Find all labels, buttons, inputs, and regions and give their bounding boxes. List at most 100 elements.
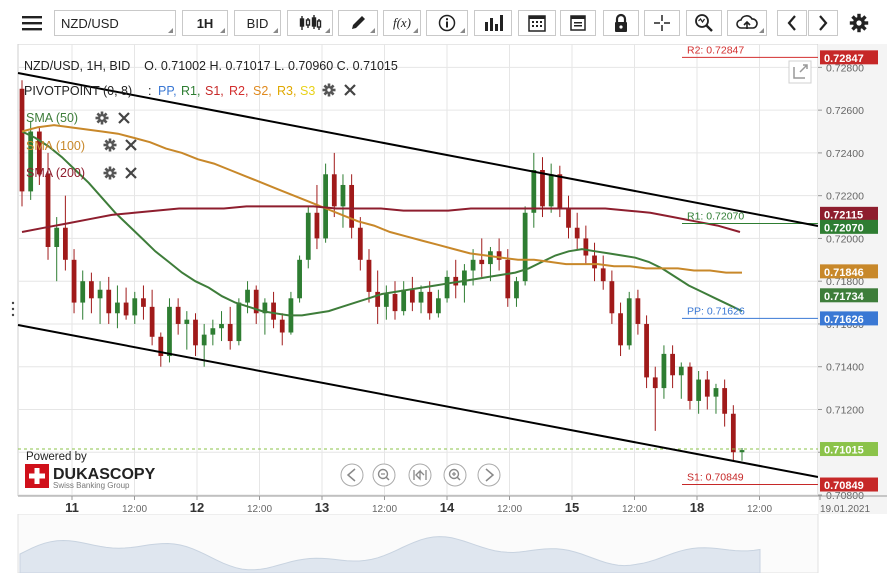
candle-body [141, 298, 146, 307]
candle-body [331, 174, 337, 207]
candle-body [548, 174, 554, 207]
symbol-label: NZD/USD [61, 15, 119, 31]
report-button[interactable] [560, 10, 596, 36]
draw-button[interactable] [338, 10, 378, 36]
candle-body [401, 289, 407, 312]
candle-body [227, 323, 233, 342]
price-tag-text: 0.71846 [824, 267, 864, 279]
candle-body [236, 302, 242, 342]
candle-body [566, 208, 571, 228]
legend-sma200: SMA (200) [26, 166, 85, 180]
toolbar: NZD/USD 1H BID f(x) [0, 0, 887, 45]
x-tick-label: 12:00 [122, 504, 147, 515]
x-tick-label: 19.01.2021 [820, 504, 870, 515]
candle-body [366, 259, 372, 292]
candle-body [609, 281, 615, 314]
candle-body [488, 251, 493, 265]
candle-body [89, 281, 94, 299]
ohlc-header: NZD/USD, 1H, BID O. 0.71002 H. 0.71017 L… [24, 59, 398, 73]
x-tick-label: 18 [690, 500, 704, 515]
scroll-left-button[interactable] [340, 463, 364, 487]
candle-body [470, 259, 476, 271]
chevron-left-icon [787, 15, 796, 31]
candle-body [279, 319, 285, 333]
x-tick-label: 12 [190, 500, 204, 515]
candle-body [592, 255, 597, 269]
legend-r3: R3, [277, 84, 296, 98]
price-type-label: BID [246, 15, 269, 31]
nav-prev-button[interactable] [777, 10, 807, 36]
candle-body [644, 323, 649, 378]
zoom-button[interactable] [686, 10, 722, 36]
candle-body [514, 281, 519, 299]
crosshair-icon [654, 15, 670, 31]
candle-body [479, 259, 485, 265]
x-tick-label: 12:00 [747, 504, 772, 515]
x-tick-label: 12:00 [497, 504, 522, 515]
candle-body [314, 212, 320, 239]
price-tag-text: 0.71626 [824, 314, 864, 326]
legend-r2: R2, [229, 84, 248, 98]
price-tag: 0.71846 [820, 264, 878, 279]
candle-body [739, 450, 745, 453]
lock-button[interactable] [603, 10, 639, 36]
function-button[interactable]: f(x) [383, 10, 421, 36]
legend-sma50: SMA (50) [26, 111, 78, 125]
calendar-button[interactable] [518, 10, 556, 36]
settings-button[interactable] [843, 10, 875, 36]
lock-icon [615, 13, 627, 32]
candle [236, 298, 242, 346]
scroll-right-button[interactable] [477, 463, 501, 487]
pivot-label-pp: PP: 0.71626 [687, 305, 745, 317]
candle-body [271, 302, 276, 320]
hamburger-menu-icon [21, 16, 42, 31]
reset-zoom-button[interactable] [408, 463, 432, 487]
candle-body [427, 291, 433, 314]
info-button[interactable] [426, 10, 468, 36]
y-tick-label: 0.72000 [826, 233, 864, 245]
candle [626, 291, 632, 350]
zoom-in-button[interactable] [443, 463, 467, 487]
zoom-out-button[interactable] [372, 463, 396, 487]
chevron-right-icon [819, 15, 828, 31]
candle-body [678, 366, 684, 376]
candle-body [132, 298, 138, 316]
sma200-settings-gear-icon[interactable] [103, 166, 117, 180]
candles-button[interactable] [287, 10, 333, 36]
candle-body [409, 289, 415, 303]
candle-body [583, 238, 589, 256]
candle-body [349, 184, 355, 228]
pivot-settings-gear-icon[interactable] [322, 83, 336, 97]
candle-body [704, 379, 710, 397]
candle-body [462, 270, 467, 286]
hamburger-menu-icon[interactable] [15, 10, 48, 36]
function-icon: f(x) [392, 15, 412, 30]
candle-body [574, 227, 580, 239]
candle [644, 315, 649, 389]
upload-button[interactable] [727, 10, 767, 36]
candle-body [184, 319, 190, 324]
calendar-icon [528, 15, 546, 32]
pivot-sep: : [148, 84, 151, 98]
volume-strip [17, 513, 819, 573]
volume-button[interactable] [474, 10, 512, 36]
candle-body [652, 377, 658, 389]
price-tag: 0.72847 [820, 50, 878, 65]
candle-body [557, 174, 563, 209]
candle-body [106, 289, 112, 314]
price-type-select[interactable]: BID [234, 10, 281, 36]
pivot-name: PIVOTPOINT (0, 8) [24, 84, 132, 98]
price-tag: 0.71734 [820, 288, 878, 303]
symbol-select[interactable]: NZD/USD [54, 10, 176, 36]
popout-icon[interactable] [788, 60, 812, 84]
nav-next-button[interactable] [808, 10, 838, 36]
sma50-settings-gear-icon[interactable] [95, 111, 109, 125]
x-tick-label: 14 [440, 500, 455, 515]
price-chart[interactable]: R2: 0.72847 R1: 0.72070 PP: 0.71626 S1: 0.7… [0, 44, 887, 573]
x-tick-label: 13 [315, 500, 329, 515]
brand-tagline: Swiss Banking Group [53, 481, 130, 490]
sma100-settings-gear-icon[interactable] [103, 138, 117, 152]
candle-body [418, 291, 424, 303]
crosshair-button[interactable] [644, 10, 680, 36]
timeframe-select[interactable]: 1H [182, 10, 228, 36]
